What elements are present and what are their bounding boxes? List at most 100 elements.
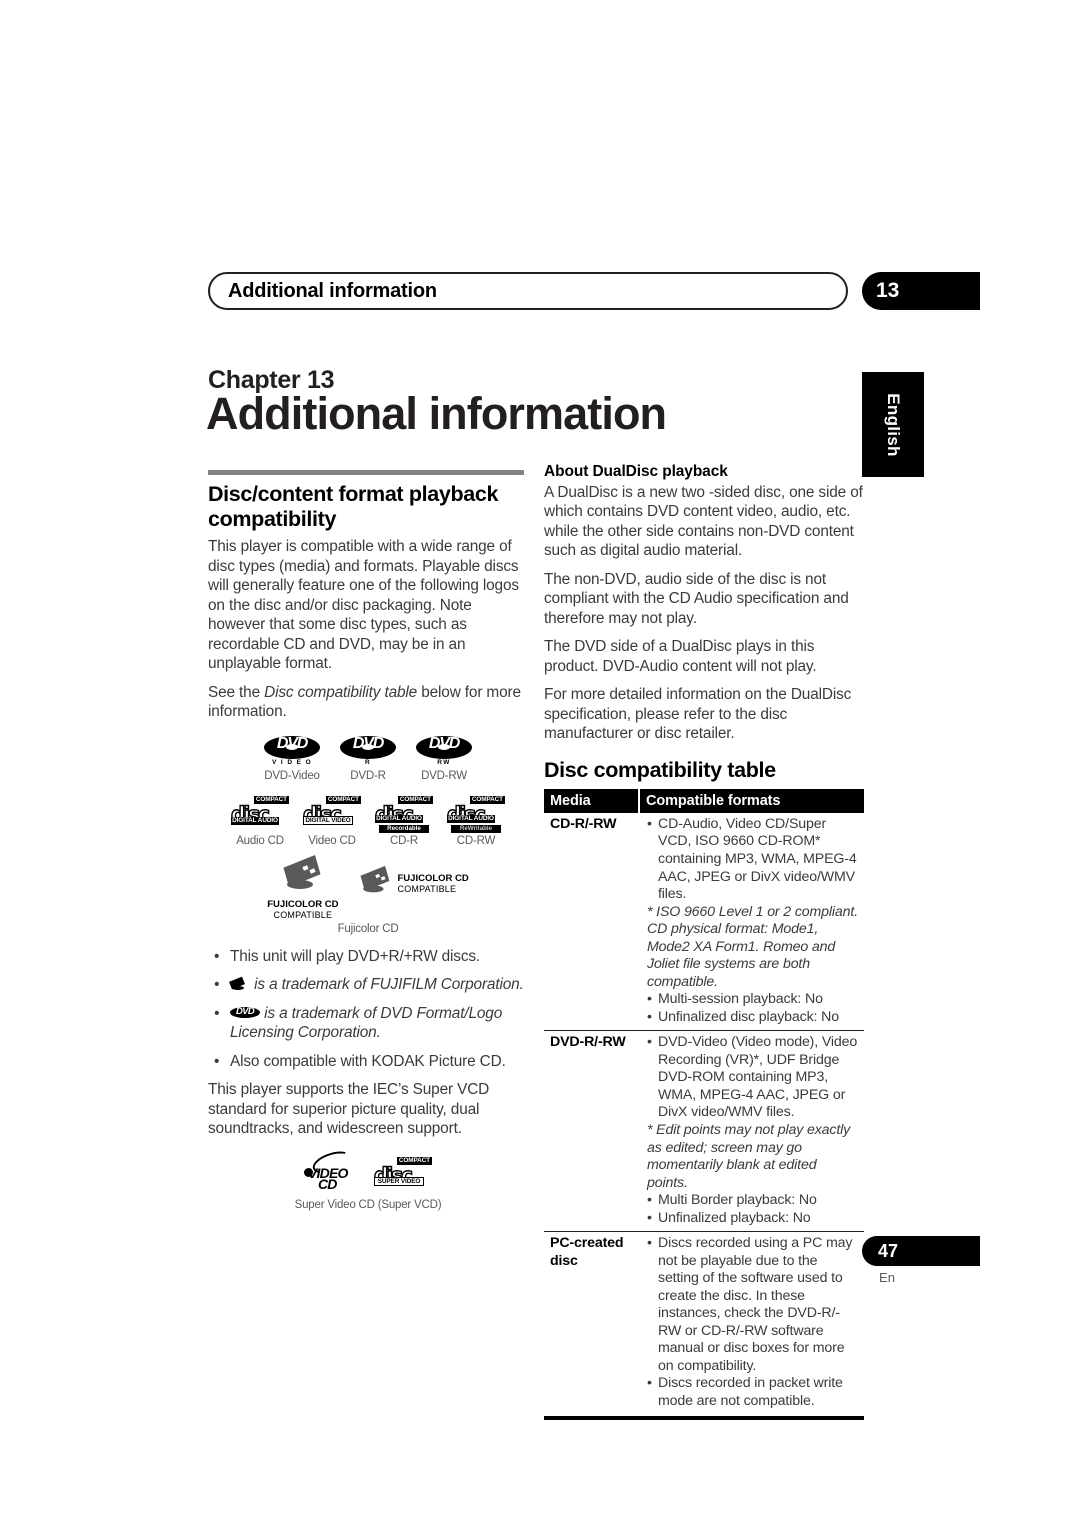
table-bullet: Discs recorded in packet write mode are … bbox=[647, 1375, 860, 1410]
language-side-tab: English bbox=[862, 372, 924, 477]
logo-audio-cd: COMPACT disc DIGITAL AUDIO Audio CD bbox=[230, 795, 289, 847]
logo-caption-fujicolor: Fujicolor CD bbox=[337, 922, 399, 935]
disc-band2-label: Recordable bbox=[379, 824, 429, 833]
compact-disc-recordable-icon: COMPACT disc DIGITAL AUDIO Recordable bbox=[374, 795, 433, 833]
compact-disc-digital-video-icon: COMPACT disc DIGITAL VIDEO bbox=[302, 795, 361, 832]
dvd-sublabel: V I D E O bbox=[271, 758, 313, 766]
dvd-wordmark: DVD bbox=[428, 734, 460, 752]
table-row: DVD-R/-RW DVD-Video (Video mode), Video … bbox=[544, 1030, 864, 1232]
see-table-pre: See the bbox=[208, 683, 265, 701]
logo-cd-r: COMPACT disc DIGITAL AUDIO Recordable CD… bbox=[374, 795, 433, 847]
section-heading-playback-compatibility: Disc/content format playback compatibili… bbox=[208, 482, 499, 532]
disc-band-label: DIGITAL AUDIO bbox=[231, 816, 279, 825]
logo-caption: Video CD bbox=[308, 834, 356, 847]
table-bullet: Multi-session playback: No bbox=[647, 991, 860, 1009]
table-cell-formats: CD-Audio, Video CD/Super VCD, ISO 9660 C… bbox=[639, 813, 864, 1031]
dvd-mark-icon: DVD bbox=[230, 1006, 260, 1020]
logo-dvd-r: DVD R DVD-R bbox=[340, 734, 396, 782]
list-item-text: is a trademark of DVD Format/Logo Licens… bbox=[230, 1004, 503, 1042]
logo-caption: CD-R bbox=[390, 834, 418, 847]
see-table-italic: Disc compatibility table bbox=[264, 683, 418, 701]
logo-row-super-vcd: VIDEO CD COMPACT disc SUPER VIDEO bbox=[208, 1146, 528, 1193]
logo-caption-super-vcd: Super Video CD (Super VCD) bbox=[294, 1198, 442, 1211]
paragraph-see-table: See the Disc compatibility table below f… bbox=[208, 683, 528, 722]
section-heading-dualdisc: About DualDisc playback bbox=[544, 463, 728, 480]
list-item: is a trademark of FUJIFILM Corporation. bbox=[208, 975, 528, 995]
paragraph-dualdisc-4: For more detailed information on the Dua… bbox=[544, 686, 852, 743]
table-header-formats: Compatible formats bbox=[639, 788, 864, 813]
fujicolor-line2: COMPATIBLE bbox=[273, 910, 333, 921]
section-rule bbox=[208, 470, 524, 475]
paragraph-dualdisc-1: A DualDisc is a new two -sided disc, one… bbox=[544, 484, 863, 560]
fujifilm-mark-icon bbox=[229, 976, 250, 991]
disc-band-label: DIGITAL VIDEO bbox=[303, 815, 353, 825]
fujicolor-film-icon-small bbox=[357, 865, 389, 893]
compact-disc-super-video-icon: COMPACT disc SUPER VIDEO bbox=[373, 1156, 432, 1193]
table-cell-media: CD-R/-RW bbox=[550, 815, 617, 832]
logo-video-cd: COMPACT disc DIGITAL VIDEO Video CD bbox=[302, 795, 361, 847]
list-item: Also compatible with KODAK Picture CD. bbox=[208, 1052, 528, 1072]
page-language-code: En bbox=[879, 1270, 895, 1285]
dvd-video-icon: DVD V I D E O bbox=[264, 734, 320, 767]
paragraph-compatibility-intro: This player is compatible with a wide ra… bbox=[208, 538, 519, 673]
logo-caption: DVD-R bbox=[350, 769, 386, 782]
fujicolor-line1: FUJICOLOR CD bbox=[267, 898, 339, 910]
table-row: PC-created disc Discs recorded using a P… bbox=[544, 1231, 864, 1415]
dvd-wordmark: DVD bbox=[352, 734, 384, 752]
table-header-row: Media Compatible formats bbox=[544, 788, 864, 813]
table-cell-formats: DVD-Video (Video mode), Video Recording … bbox=[639, 1030, 864, 1232]
language-side-tab-label: English bbox=[884, 392, 903, 457]
right-column: About DualDisc playback A DualDisc is a … bbox=[544, 463, 864, 1421]
logo-row-cd: COMPACT disc DIGITAL AUDIO Audio CD COMP… bbox=[208, 795, 528, 847]
fujicolor-line2: COMPATIBLE bbox=[397, 883, 457, 894]
logo-caption: DVD-RW bbox=[421, 769, 467, 782]
logo-fujicolor-cd-small: FUJICOLOR CD COMPATIBLE bbox=[357, 865, 469, 899]
paragraph-super-vcd: This player supports the IEC’s Super VCD… bbox=[208, 1081, 490, 1138]
table-bullet: Multi Border playback: No bbox=[647, 1192, 860, 1210]
logo-dvd-video: DVD V I D E O DVD-Video bbox=[264, 734, 320, 782]
table-note: * Edit points may not play exactly as ed… bbox=[647, 1121, 851, 1191]
compact-disc-digital-audio-icon: COMPACT disc DIGITAL AUDIO bbox=[230, 795, 289, 832]
table-cell-media: PC-created disc bbox=[544, 1231, 639, 1415]
table-bullet: Unfinalized disc playback: No bbox=[647, 1009, 860, 1027]
table-header-media: Media bbox=[544, 788, 640, 813]
running-header: Additional information bbox=[208, 272, 848, 310]
logo-caption: DVD-Video bbox=[264, 769, 320, 782]
running-header-title: Additional information bbox=[228, 279, 437, 302]
document-page: Additional information 13 English Chapte… bbox=[0, 0, 1080, 1527]
disc-band-label: DIGITAL AUDIO bbox=[447, 814, 495, 823]
dvd-rw-icon: DVD RW bbox=[416, 734, 472, 767]
chapter-number-badge: 13 bbox=[862, 272, 980, 310]
logo-row-fujicolor: FUJICOLOR CD COMPATIBLE FUJICOLOR CD COM… bbox=[208, 854, 528, 921]
page-number-badge: 47 bbox=[862, 1236, 980, 1266]
fujicolor-line1: FUJICOLOR CD bbox=[397, 872, 469, 884]
fujicolor-text-small: FUJICOLOR CD COMPATIBLE bbox=[398, 873, 469, 895]
dvd-wordmark: DVD bbox=[276, 734, 308, 752]
disc-band-label: DIGITAL AUDIO bbox=[375, 814, 423, 823]
cd-wordmark: CD bbox=[318, 1175, 337, 1192]
table-note: * ISO 9660 Level 1 or 2 compliant. CD ph… bbox=[647, 903, 858, 990]
dvd-sublabel: R bbox=[364, 758, 372, 766]
table-bullet: Unfinalized playback: No bbox=[647, 1210, 860, 1228]
video-cd-icon: VIDEO CD bbox=[304, 1146, 358, 1193]
disc-compatibility-table: Media Compatible formats CD-R/-RW CD-Aud… bbox=[544, 788, 864, 1415]
fujicolor-film-icon bbox=[279, 854, 327, 899]
table-cell-media: DVD-R/-RW bbox=[544, 1030, 639, 1232]
paragraph-dualdisc-3: The DVD side of a DualDisc plays in this… bbox=[544, 638, 817, 675]
table-bullet: DVD-Video (Video mode), Video Recording … bbox=[647, 1034, 860, 1122]
list-item-text: is a trademark of FUJIFILM Corporation. bbox=[250, 976, 524, 994]
table-bullet: CD-Audio, Video CD/Super VCD, ISO 9660 C… bbox=[647, 816, 860, 904]
logo-caption: CD-RW bbox=[456, 834, 496, 847]
disc-band2-label: ReWritable bbox=[451, 824, 501, 833]
logo-fujicolor-cd-large: FUJICOLOR CD COMPATIBLE bbox=[267, 854, 339, 921]
logo-caption: Audio CD bbox=[236, 834, 284, 847]
left-column: Disc/content format playback compatibili… bbox=[208, 470, 528, 1211]
compatibility-bullet-list: This unit will play DVD+R/+RW discs. is … bbox=[208, 947, 528, 1072]
table-cell-formats: Discs recorded using a PC may not be pla… bbox=[639, 1231, 864, 1415]
page-title: Additional information bbox=[206, 388, 667, 439]
table-row: CD-R/-RW CD-Audio, Video CD/Super VCD, I… bbox=[544, 813, 864, 1031]
list-item: DVD is a trademark of DVD Format/Logo Li… bbox=[208, 1004, 528, 1043]
fujicolor-text: FUJICOLOR CD COMPATIBLE bbox=[267, 899, 338, 921]
logo-dvd-rw: DVD RW DVD-RW bbox=[416, 734, 472, 782]
dvd-sublabel: RW bbox=[437, 758, 451, 766]
